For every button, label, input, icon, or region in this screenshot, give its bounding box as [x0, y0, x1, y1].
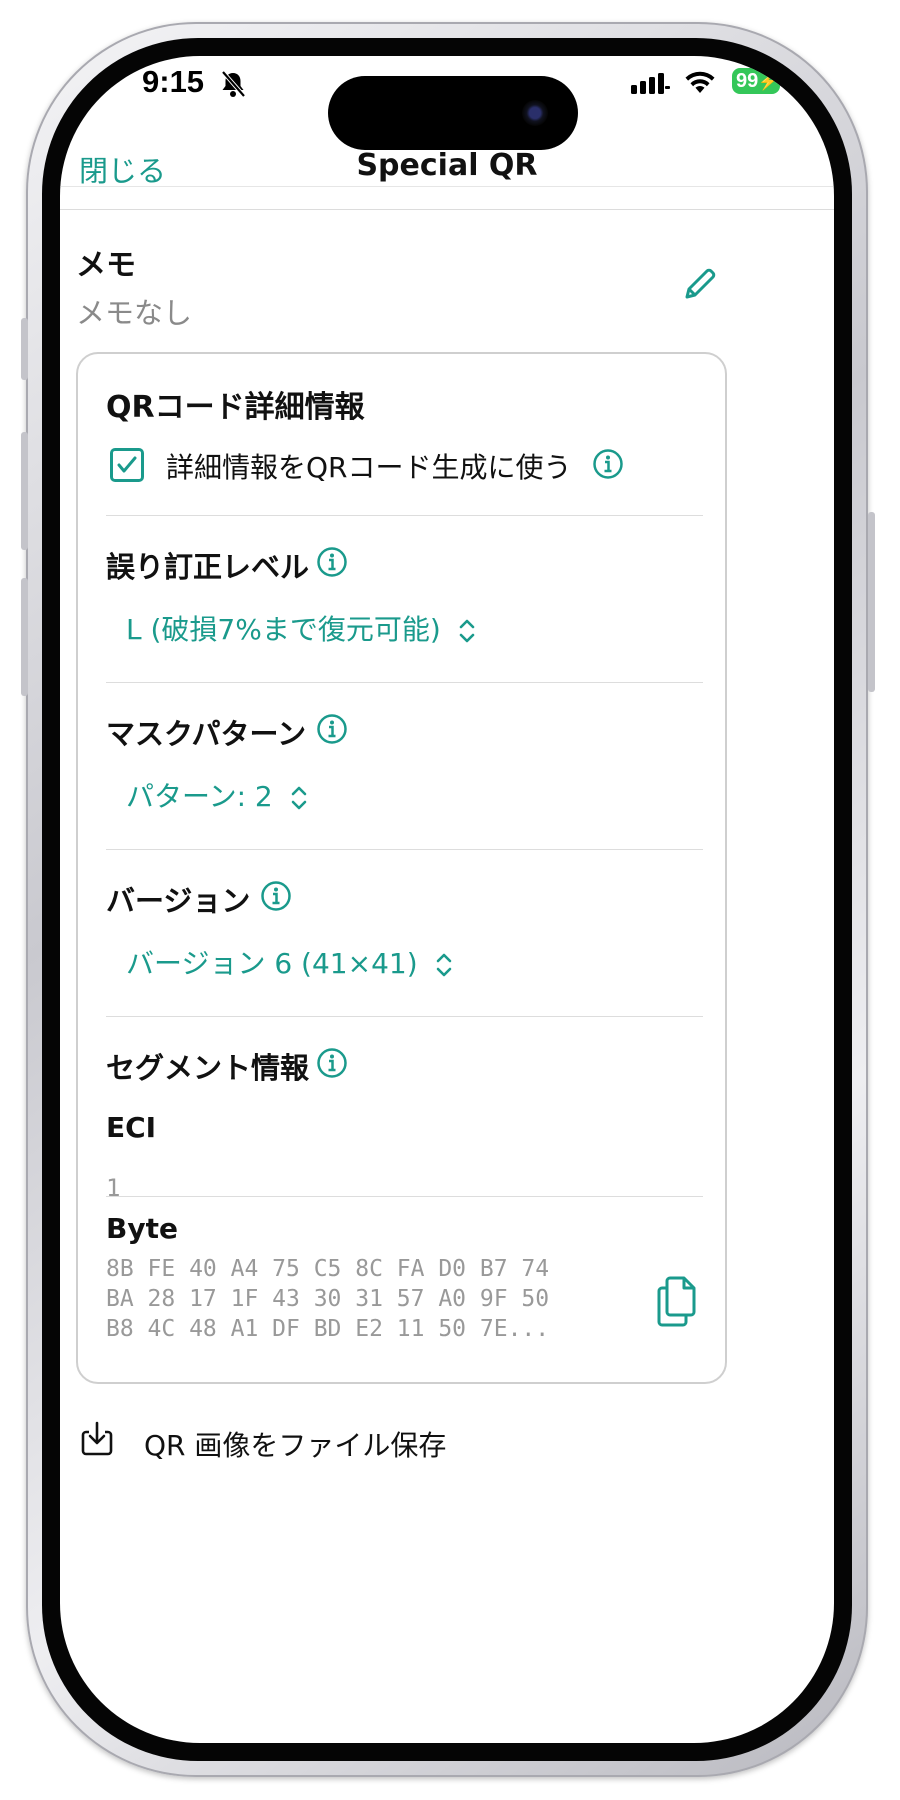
error-correction-label: 誤り訂正レベル	[106, 550, 310, 584]
version-picker[interactable]: バージョン 6 (41×41)	[126, 942, 453, 982]
byte-data-line: BA 28 17 1F 43 30 31 57 A0 9F 50	[106, 1286, 550, 1312]
mask-pattern-label: マスクパターン	[106, 717, 307, 751]
section-divider	[106, 1016, 703, 1017]
section-divider	[106, 515, 703, 516]
version-value: バージョン 6 (41×41)	[126, 947, 418, 980]
info-icon[interactable]	[316, 713, 348, 745]
nav-bar: 閉じる Special QR	[60, 136, 834, 206]
use-details-checkbox[interactable]	[110, 448, 144, 482]
chevron-up-down-icon	[459, 619, 474, 643]
save-image-label[interactable]: QR 画像をファイル保存	[144, 1424, 446, 1464]
segments-label: セグメント情報	[106, 1051, 310, 1085]
section-divider	[106, 849, 703, 850]
memo-label: メモ	[76, 248, 136, 283]
download-icon	[81, 1421, 113, 1456]
byte-data-line: 8B FE 40 A4 75 C5 8C FA D0 B7 74	[106, 1256, 550, 1282]
nav-divider	[60, 186, 834, 187]
copy-icon[interactable]	[656, 1274, 700, 1328]
eci-label: ECI	[106, 1111, 157, 1144]
info-icon[interactable]	[316, 1047, 348, 1079]
save-image-row[interactable]: QR 画像をファイル保存	[60, 1404, 834, 1474]
qr-details-card: QRコード詳細情報 詳細情報をQRコード生成に使う 誤り訂正レベル L (破損7…	[76, 352, 727, 1384]
info-icon[interactable]	[260, 880, 292, 912]
chevron-up-down-icon	[291, 786, 306, 810]
page-title: Special QR	[356, 148, 538, 183]
battery-nub	[781, 75, 784, 86]
battery-indicator: 99⚡	[732, 68, 780, 94]
info-icon[interactable]	[592, 448, 624, 480]
section-divider	[106, 682, 703, 683]
mask-pattern-value: パターン: 2	[126, 780, 273, 813]
qr-details-title: QRコード詳細情報	[106, 390, 365, 425]
byte-data-line: B8 4C 48 A1 DF BD E2 11 50 7E...	[106, 1316, 550, 1342]
volume-down-button	[21, 578, 28, 696]
segment-divider	[106, 1196, 703, 1197]
error-correction-value: L (破損7%まで復元可能)	[126, 613, 441, 646]
battery-level: 99	[736, 70, 759, 92]
checkmark-icon	[117, 456, 137, 473]
version-label: バージョン	[106, 884, 251, 918]
action-button	[21, 318, 28, 380]
memo-value: メモなし	[76, 296, 193, 330]
cellular-signal-icon	[631, 73, 670, 94]
camera-icon	[522, 100, 548, 126]
mask-pattern-picker[interactable]: パターン: 2	[126, 775, 308, 815]
info-icon[interactable]	[316, 546, 348, 578]
error-correction-picker[interactable]: L (破損7%まで復元可能)	[126, 608, 476, 648]
byte-label: Byte	[106, 1212, 178, 1245]
chevron-up-down-icon	[436, 953, 451, 977]
content-divider	[60, 209, 834, 210]
volume-up-button	[21, 432, 28, 550]
wifi-icon	[685, 71, 715, 93]
power-button	[868, 512, 875, 692]
eci-value: 1	[106, 1174, 121, 1202]
bell-muted-icon	[221, 70, 246, 98]
status-time: 9:15	[142, 64, 205, 99]
screen: 9:15 99⚡ 閉じる Special QR メモ メモなし QRコード詳細情…	[60, 56, 834, 1743]
pencil-edit-icon[interactable]	[682, 266, 718, 302]
use-details-label[interactable]: 詳細情報をQRコード生成に使う	[166, 446, 572, 486]
